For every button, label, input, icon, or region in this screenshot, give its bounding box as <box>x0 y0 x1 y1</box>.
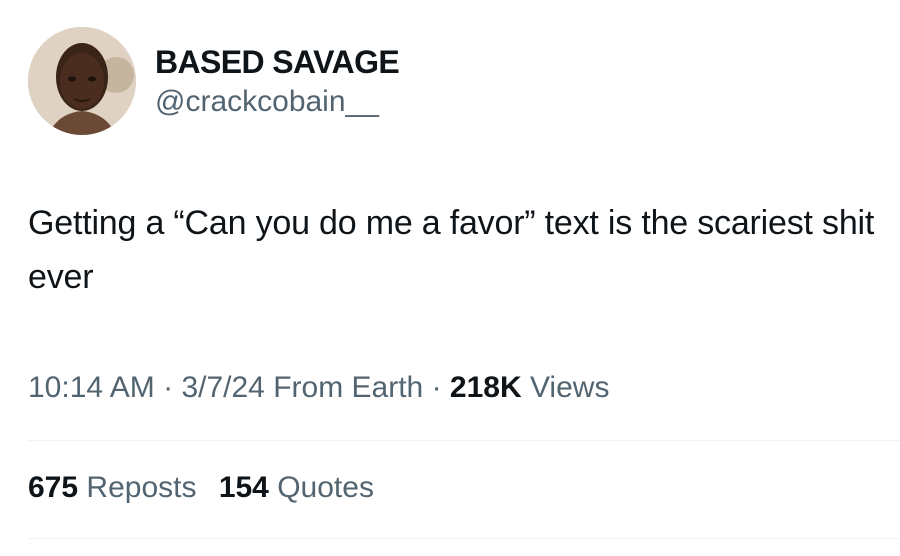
tweet-time[interactable]: 10:14 AM <box>28 371 155 404</box>
display-name[interactable]: BASED SAVAGE <box>155 44 400 80</box>
divider <box>28 440 900 441</box>
profile-photo-icon <box>28 27 136 135</box>
meta-separator: · <box>154 371 182 404</box>
avatar[interactable] <box>28 27 136 135</box>
tweet-source: From Earth <box>273 371 424 404</box>
views-count: 218K <box>449 371 522 404</box>
quotes-stat[interactable]: 154 Quotes <box>219 470 374 506</box>
tweet-date[interactable]: 3/7/24 <box>181 371 264 404</box>
divider <box>28 538 900 539</box>
quotes-count: 154 <box>218 471 269 504</box>
reposts-count: 675 <box>28 471 79 504</box>
reposts-stat[interactable]: 675 Reposts <box>28 470 196 506</box>
quotes-label: Quotes <box>277 471 374 504</box>
reposts-label: Reposts <box>86 471 197 504</box>
tweet-metadata: 10:14 AM · 3/7/24 From Earth · 218K View… <box>28 370 609 406</box>
views-label: Views <box>529 371 610 404</box>
tweet-text: Getting a “Can you do me a favor” text i… <box>28 204 875 296</box>
meta-separator: · <box>423 371 450 404</box>
user-handle[interactable]: @crackcobain__ <box>155 84 379 120</box>
engagement-stats: 675 Reposts 154 Quotes <box>28 470 374 506</box>
